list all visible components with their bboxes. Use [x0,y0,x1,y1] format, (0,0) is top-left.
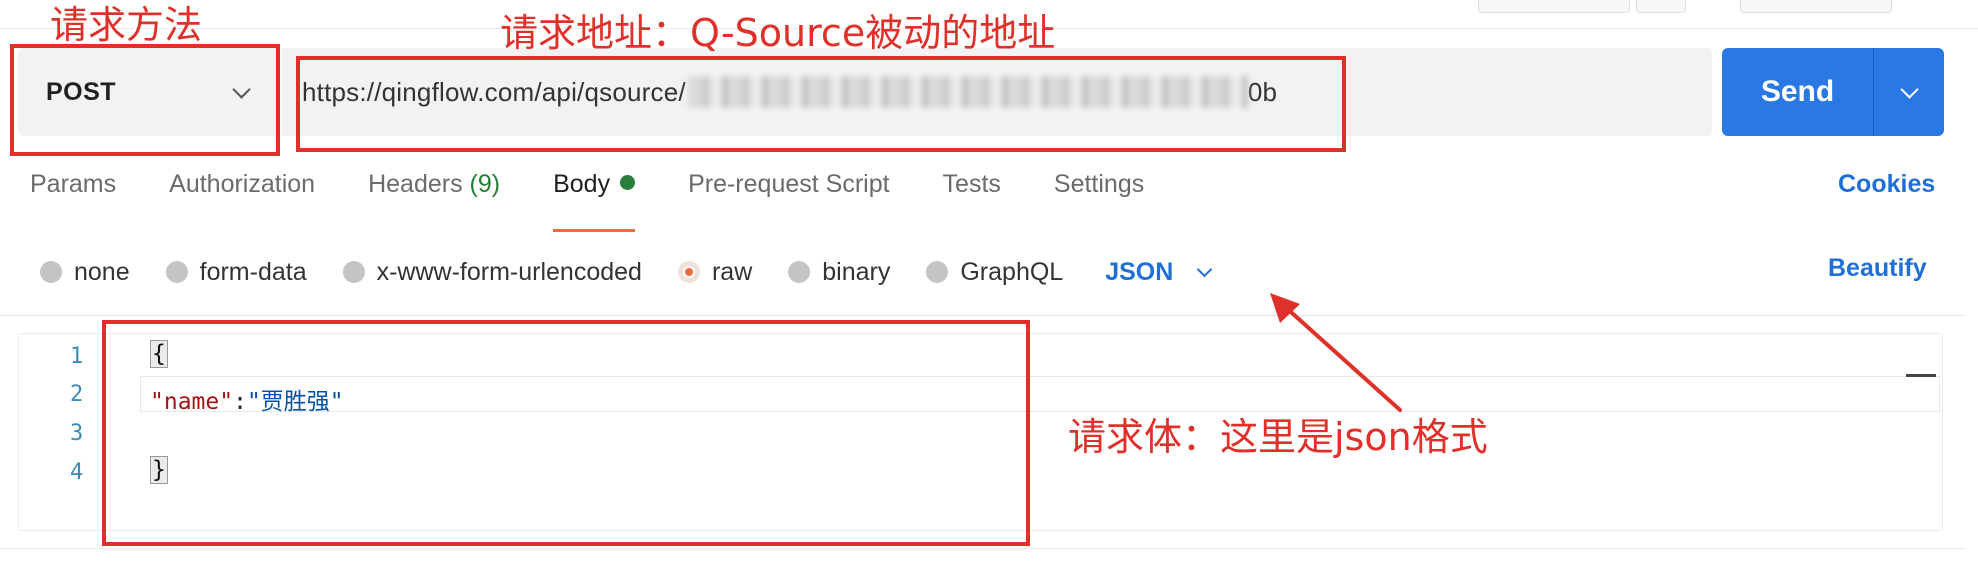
cookies-link[interactable]: Cookies [1838,170,1935,199]
radio-selected-icon [677,261,700,283]
tab-authorization[interactable]: Authorization [169,170,315,222]
request-tabs: Params Authorization Headers (9) Body Pr… [30,170,1197,232]
toolbar-remnant [1740,0,1892,13]
body-type-binary[interactable]: binary [788,258,890,287]
tab-label: Body [553,170,611,198]
radio-icon [926,261,949,283]
line-number: 2 [70,382,84,407]
tab-params[interactable]: Params [30,170,116,222]
body-type-none[interactable]: none [40,258,130,287]
toolbar-remnant [1636,0,1686,13]
tab-label: Settings [1053,170,1145,198]
tab-settings[interactable]: Settings [1054,170,1144,222]
annotation-method: 请求方法 [50,3,203,47]
line-number: 1 [70,344,84,369]
send-button[interactable]: Send [1722,48,1873,136]
option-label: GraphQL [960,257,1064,286]
annotation-url: 请求地址：Q-Source被动的地址 [500,11,1056,55]
arrow-up-left-icon [1270,293,1402,412]
format-label: JSON [1105,257,1174,286]
body-type-graphql[interactable]: GraphQL [926,258,1063,287]
option-label: binary [822,257,891,286]
tab-headers[interactable]: Headers (9) [368,170,500,222]
body-indicator-dot [620,175,636,190]
toolbar-remnant [1478,0,1630,13]
tab-pre-request-script[interactable]: Pre-request Script [688,170,889,222]
chevron-down-icon [1197,261,1213,277]
send-button-group: Send [1722,48,1944,136]
annotation-url-box [296,56,1346,152]
radio-icon [40,261,62,283]
radio-icon [165,261,188,283]
body-type-urlencoded[interactable]: x-www-form-urlencoded [342,257,642,287]
line-number: 4 [70,460,84,485]
chevron-down-icon [1899,79,1919,99]
tab-label: Tests [942,170,1001,198]
tab-label: Headers [368,170,463,198]
radio-icon [788,261,811,283]
divider [0,548,1965,549]
annotation-body-box [102,320,1030,546]
tab-body[interactable]: Body [553,170,636,232]
body-type-raw[interactable]: raw [677,257,753,287]
option-label: none [74,257,130,286]
body-type-form-data[interactable]: form-data [165,257,307,287]
annotation-method-box [10,44,280,156]
headers-count: (9) [469,170,501,198]
tab-tests[interactable]: Tests [943,170,1001,222]
scroll-indicator[interactable] [1906,374,1936,377]
format-select[interactable]: JSON [1105,257,1213,287]
tab-label: Authorization [169,170,316,198]
radio-icon [342,261,365,283]
body-type-options: none form-data x-www-form-urlencoded raw… [40,252,1213,292]
send-options-button[interactable] [1873,48,1944,136]
option-label: raw [711,257,753,286]
option-label: form-data [199,257,307,286]
option-label: x-www-form-urlencoded [376,257,642,286]
tab-label: Params [30,170,117,198]
divider [0,315,1965,316]
tab-label: Pre-request Script [688,170,890,198]
line-number: 3 [70,421,84,446]
beautify-link[interactable]: Beautify [1828,254,1927,283]
